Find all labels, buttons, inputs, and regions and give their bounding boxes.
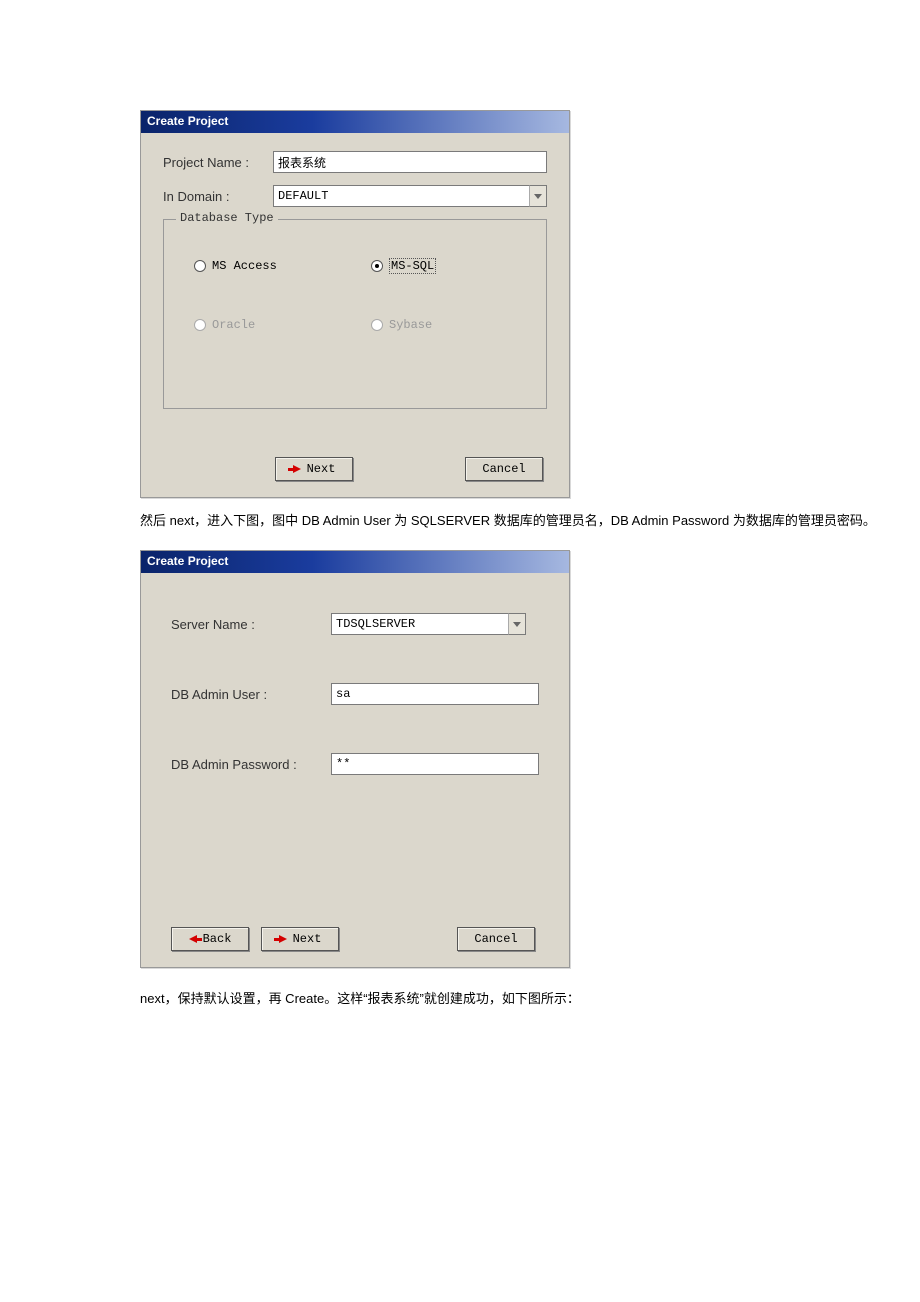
- arrow-right-icon: [293, 465, 301, 473]
- server-name-input[interactable]: [331, 613, 508, 635]
- next-button[interactable]: Next: [275, 457, 353, 481]
- next-button[interactable]: Next: [261, 927, 339, 951]
- radio-icon: [194, 319, 206, 331]
- project-name-row: Project Name :: [163, 151, 547, 173]
- arrow-left-icon: [189, 935, 197, 943]
- radio-grid: MS Access MS-SQL Oracle Sybase: [194, 258, 528, 332]
- dialog-body: Project Name : In Domain : Database Type: [141, 133, 569, 497]
- database-type-legend: Database Type: [176, 211, 278, 225]
- button-row: Back Next Cancel: [171, 927, 539, 953]
- database-type-group: Database Type MS Access MS-SQL Oracle: [163, 219, 547, 409]
- create-project-dialog-step2: Create Project Server Name : DB Admin Us…: [140, 550, 570, 968]
- create-project-dialog-step1: Create Project Project Name : In Domain …: [140, 110, 570, 498]
- button-label: Back: [203, 932, 232, 946]
- radio-icon: [371, 260, 383, 272]
- radio-label: Sybase: [389, 318, 432, 332]
- caption-text-2: next，保持默认设置，再 Create。这样“报表系统”就创建成功，如下图所示…: [140, 988, 920, 1010]
- radio-icon: [194, 260, 206, 272]
- radio-label: Oracle: [212, 318, 255, 332]
- radio-ms-sql[interactable]: MS-SQL: [371, 258, 528, 274]
- radio-oracle: Oracle: [194, 318, 351, 332]
- server-name-combo[interactable]: [331, 613, 526, 635]
- db-admin-password-label: DB Admin Password :: [171, 757, 331, 772]
- project-name-label: Project Name :: [163, 155, 273, 170]
- spacer: [171, 823, 539, 879]
- project-name-input[interactable]: [273, 151, 547, 173]
- button-label: Cancel: [482, 462, 525, 476]
- cancel-button[interactable]: Cancel: [457, 927, 535, 951]
- button-label: Next: [307, 462, 336, 476]
- dialog-title: Create Project: [147, 554, 228, 568]
- dialog-titlebar: Create Project: [141, 551, 569, 573]
- button-row: Next Cancel: [163, 457, 547, 483]
- dropdown-icon[interactable]: [529, 185, 547, 207]
- caption-text-1: 然后 next，进入下图，图中 DB Admin User 为 SQLSERVE…: [140, 510, 920, 532]
- radio-sybase: Sybase: [371, 318, 528, 332]
- in-domain-row: In Domain :: [163, 185, 547, 207]
- radio-icon: [371, 319, 383, 331]
- button-label: Cancel: [474, 932, 517, 946]
- arrow-right-icon: [279, 935, 287, 943]
- radio-label: MS-SQL: [389, 258, 436, 274]
- dialog-body: Server Name : DB Admin User : DB Admin P…: [141, 573, 569, 967]
- in-domain-label: In Domain :: [163, 189, 273, 204]
- in-domain-input[interactable]: [273, 185, 529, 207]
- dialog-titlebar: Create Project: [141, 111, 569, 133]
- db-admin-user-label: DB Admin User :: [171, 687, 331, 702]
- db-admin-user-row: DB Admin User :: [171, 683, 539, 705]
- server-name-row: Server Name :: [171, 613, 539, 635]
- db-admin-password-row: DB Admin Password :: [171, 753, 539, 775]
- db-admin-user-input[interactable]: [331, 683, 539, 705]
- db-admin-password-input[interactable]: [331, 753, 539, 775]
- button-label: Next: [293, 932, 322, 946]
- dropdown-icon[interactable]: [508, 613, 526, 635]
- radio-ms-access[interactable]: MS Access: [194, 258, 351, 274]
- dialog-title: Create Project: [147, 114, 228, 128]
- document-page: Create Project Project Name : In Domain …: [0, 0, 920, 1068]
- cancel-button[interactable]: Cancel: [465, 457, 543, 481]
- server-name-label: Server Name :: [171, 617, 331, 632]
- in-domain-combo[interactable]: [273, 185, 547, 207]
- back-button[interactable]: Back: [171, 927, 249, 951]
- radio-label: MS Access: [212, 259, 277, 273]
